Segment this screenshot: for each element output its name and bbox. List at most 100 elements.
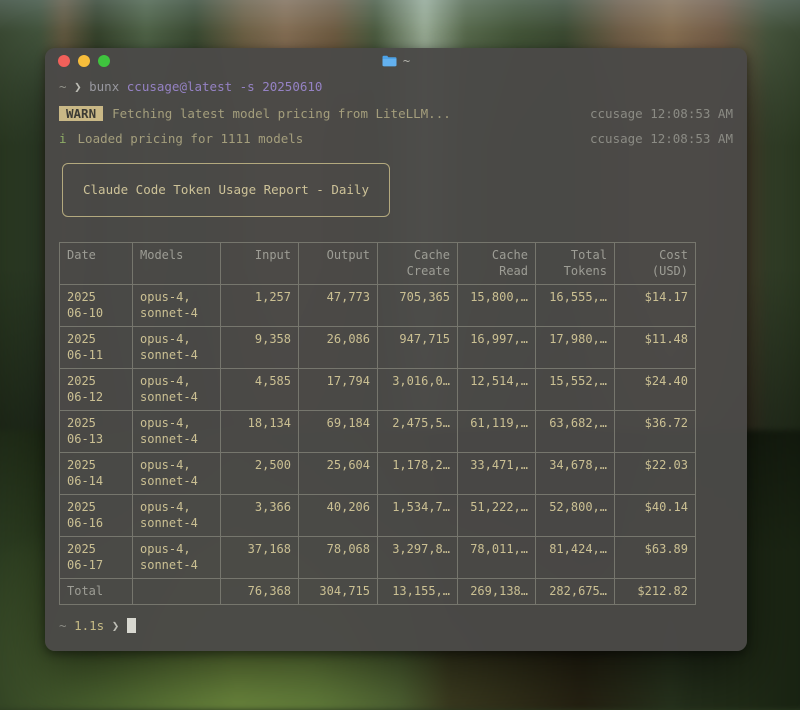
- footer-arrow: ❯: [112, 618, 120, 633]
- table-cell: $40.14: [615, 495, 696, 537]
- table-cell: 69,184: [299, 411, 378, 453]
- table-cell: 282,675…: [536, 579, 615, 605]
- table-cell: 25,604: [299, 453, 378, 495]
- table-cell: 15,800,…: [458, 285, 536, 327]
- table-cell: 2,500: [221, 453, 299, 495]
- table-cell: 13,155,…: [378, 579, 458, 605]
- command-line: ~ ❯ bunx ccusage@latest -s 20250610: [59, 78, 733, 96]
- column-header: Date: [60, 243, 133, 285]
- report-title: Claude Code Token Usage Report - Daily: [83, 182, 369, 197]
- column-header: Cache Read: [458, 243, 536, 285]
- table-row: 2025 06-14opus-4, sonnet-42,50025,6041,1…: [60, 453, 696, 495]
- table-cell: 26,086: [299, 327, 378, 369]
- table-cell: 61,119,…: [458, 411, 536, 453]
- table-cell: 78,011,…: [458, 537, 536, 579]
- minimize-button[interactable]: [78, 55, 90, 67]
- window-titlebar[interactable]: ~: [45, 48, 747, 74]
- table-cell: 705,365: [378, 285, 458, 327]
- table-cell: 18,134: [221, 411, 299, 453]
- usage-table-body: 2025 06-10opus-4, sonnet-41,25747,773705…: [60, 285, 696, 605]
- table-cell: $63.89: [615, 537, 696, 579]
- table-cell: 15,552,…: [536, 369, 615, 411]
- table-cell: Total: [60, 579, 133, 605]
- table-cell: 12,514,…: [458, 369, 536, 411]
- table-cell: 3,016,0…: [378, 369, 458, 411]
- log-message: Fetching latest model pricing from LiteL…: [112, 106, 451, 121]
- table-cell: 78,068: [299, 537, 378, 579]
- total-row: Total 76,368304,71513,155,…269,138…282,67…: [60, 579, 696, 605]
- titlebar-path-label: ~: [403, 54, 410, 68]
- table-cell: 52,800,…: [536, 495, 615, 537]
- table-cell: 9,358: [221, 327, 299, 369]
- info-badge: i: [59, 131, 67, 146]
- table-cell: 2025 06-14: [60, 453, 133, 495]
- close-button[interactable]: [58, 55, 70, 67]
- log-message: Loaded pricing for 1111 models: [78, 131, 304, 146]
- table-cell: opus-4, sonnet-4: [133, 453, 221, 495]
- table-cell: 269,138…: [458, 579, 536, 605]
- terminal-output[interactable]: ~ ❯ bunx ccusage@latest -s 20250610 WARN…: [45, 78, 747, 635]
- table-cell: 16,997,…: [458, 327, 536, 369]
- shell-prompt[interactable]: ~ 1.1s ❯: [59, 617, 733, 635]
- table-cell: opus-4, sonnet-4: [133, 495, 221, 537]
- table-cell: 4,585: [221, 369, 299, 411]
- table-header-row: DateModelsInputOutputCache CreateCache R…: [60, 243, 696, 285]
- table-cell: 33,471,…: [458, 453, 536, 495]
- table-cell: $24.40: [615, 369, 696, 411]
- table-cell: $36.72: [615, 411, 696, 453]
- traffic-lights: [45, 55, 110, 67]
- table-cell: 1,178,2…: [378, 453, 458, 495]
- prompt-arrow: ❯: [74, 79, 82, 94]
- table-row: 2025 06-16opus-4, sonnet-43,36640,2061,5…: [60, 495, 696, 537]
- column-header: Cache Create: [378, 243, 458, 285]
- table-cell: 34,678,…: [536, 453, 615, 495]
- column-header: Cost (USD): [615, 243, 696, 285]
- table-cell: 2,475,5…: [378, 411, 458, 453]
- command-duration: 1.1s: [74, 618, 104, 633]
- table-cell: 17,794: [299, 369, 378, 411]
- table-cell: opus-4, sonnet-4: [133, 327, 221, 369]
- table-cell: opus-4, sonnet-4: [133, 285, 221, 327]
- table-cell: $22.03: [615, 453, 696, 495]
- report-title-box: Claude Code Token Usage Report - Daily: [62, 163, 390, 217]
- table-cell: 47,773: [299, 285, 378, 327]
- command-args: ccusage@latest -s 20250610: [127, 79, 323, 94]
- table-cell: opus-4, sonnet-4: [133, 411, 221, 453]
- command-program: bunx: [89, 79, 119, 94]
- table-cell: 2025 06-16: [60, 495, 133, 537]
- table-row: 2025 06-12opus-4, sonnet-44,58517,7943,0…: [60, 369, 696, 411]
- table-cell: 17,980,…: [536, 327, 615, 369]
- log-line-warn: WARN Fetching latest model pricing from …: [59, 106, 733, 121]
- folder-icon: [382, 55, 397, 67]
- table-cell: $11.48: [615, 327, 696, 369]
- table-cell: 76,368: [221, 579, 299, 605]
- table-cell: opus-4, sonnet-4: [133, 369, 221, 411]
- log-line-info: i Loaded pricing for 1111 models ccusage…: [59, 131, 733, 146]
- table-cell: $14.17: [615, 285, 696, 327]
- footer-cwd: ~: [59, 618, 67, 633]
- log-timestamp: ccusage 12:08:53 AM: [590, 106, 733, 121]
- table-row: 2025 06-17opus-4, sonnet-437,16878,0683,…: [60, 537, 696, 579]
- table-cell: 37,168: [221, 537, 299, 579]
- table-cell: 63,682,…: [536, 411, 615, 453]
- zoom-button[interactable]: [98, 55, 110, 67]
- table-cell: opus-4, sonnet-4: [133, 537, 221, 579]
- prompt-cwd: ~: [59, 79, 67, 94]
- column-header: Output: [299, 243, 378, 285]
- table-cell: 16,555,…: [536, 285, 615, 327]
- usage-table: DateModelsInputOutputCache CreateCache R…: [59, 242, 696, 605]
- table-cell: 304,715: [299, 579, 378, 605]
- table-cell: 40,206: [299, 495, 378, 537]
- table-cell: 2025 06-12: [60, 369, 133, 411]
- table-cell: 2025 06-17: [60, 537, 133, 579]
- table-cell: 2025 06-13: [60, 411, 133, 453]
- table-cell: 1,257: [221, 285, 299, 327]
- column-header: Input: [221, 243, 299, 285]
- window-title: ~: [45, 48, 747, 74]
- table-cell: 3,297,8…: [378, 537, 458, 579]
- table-cell: 1,534,7…: [378, 495, 458, 537]
- terminal-cursor: [127, 618, 136, 633]
- log-timestamp: ccusage 12:08:53 AM: [590, 131, 733, 146]
- column-header: Total Tokens: [536, 243, 615, 285]
- column-header: Models: [133, 243, 221, 285]
